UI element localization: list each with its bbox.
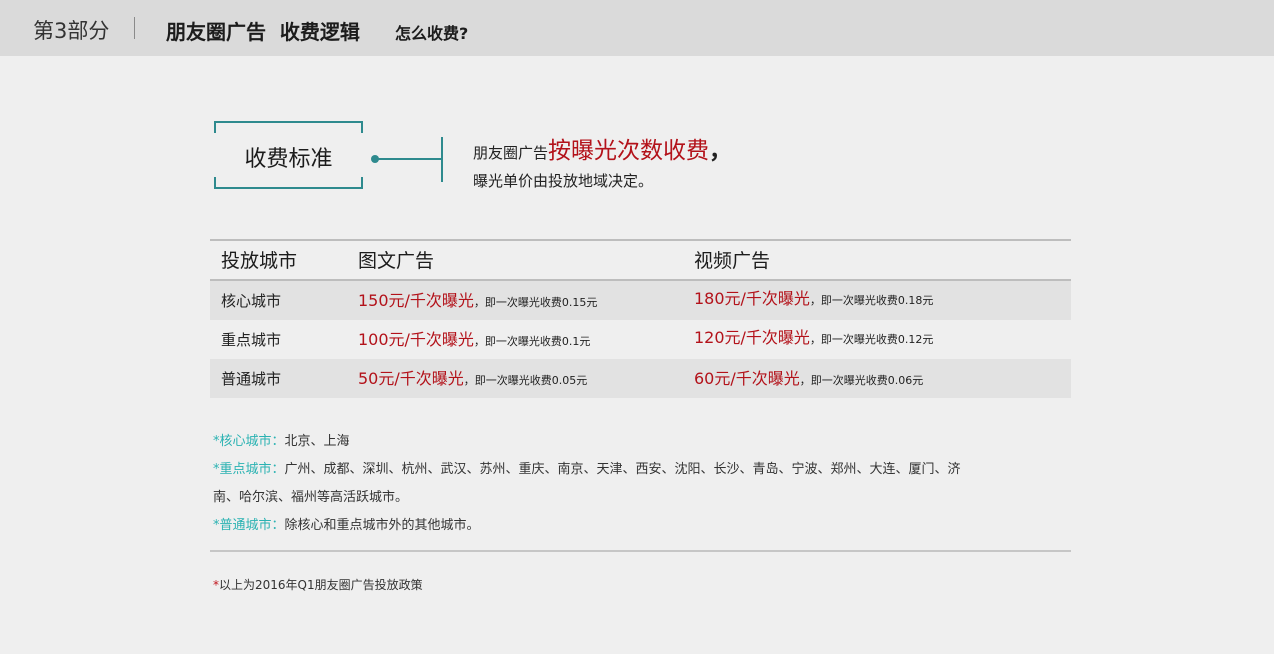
row-city: 重点城市 [221, 331, 282, 349]
footnote-text: 以上为2016年Q1朋友圈广告投放政策 [219, 578, 423, 592]
video-price: 180元/千次曝光 [694, 289, 810, 308]
video-price: 120元/千次曝光 [694, 328, 810, 347]
bottom-rule [210, 550, 1071, 552]
section-number: 第3部分 [33, 19, 110, 43]
note-normal-cities: *普通城市：除核心和重点城市外的其他城市。 [213, 512, 1033, 540]
video-price: 60元/千次曝光 [694, 369, 800, 388]
footnote: *以上为2016年Q1朋友圈广告投放政策 [213, 576, 423, 593]
note-key-cities: *重点城市：广州、成都、深圳、杭州、武汉、苏州、重庆、南京、天津、西安、沈阳、长… [213, 456, 1033, 484]
image-price: 100元/千次曝光 [358, 330, 474, 349]
header-image-ad: 图文广告 [358, 250, 435, 272]
standard-label: 收费标准 [244, 147, 333, 172]
video-price-note: ，即一次曝光收费0.06元 [799, 374, 924, 387]
intro-suffix: ， [709, 138, 733, 164]
connector-line [371, 154, 441, 164]
header-city: 投放城市 [221, 250, 298, 272]
table-header: 投放城市 图文广告 视频广告 [210, 241, 1071, 279]
row-city: 普通城市 [221, 370, 282, 388]
city-definitions: *核心城市：北京、上海 *重点城市：广州、成都、深圳、杭州、武汉、苏州、重庆、南… [213, 428, 1033, 540]
note-key-label: *重点城市： [213, 462, 285, 477]
image-price-cell: 150元/千次曝光，即一次曝光收费0.15元 [358, 287, 597, 311]
image-price-note: ，即一次曝光收费0.1元 [473, 335, 591, 348]
page-title: 朋友圈广告 收费逻辑 [166, 20, 360, 44]
video-price-cell: 120元/千次曝光，即一次曝光收费0.12元 [694, 324, 933, 348]
connector-bracket [441, 137, 443, 182]
box-frame-top [214, 121, 363, 133]
note-core-text: 北京、上海 [284, 434, 350, 449]
image-price: 150元/千次曝光 [358, 291, 474, 310]
intro-highlight: 按曝光次数收费 [548, 138, 710, 164]
intro-prefix: 朋友圈广告 [473, 144, 549, 162]
image-price-note: ，即一次曝光收费0.05元 [463, 374, 588, 387]
page-subtitle: 怎么收费? [395, 24, 469, 43]
video-price-note: ，即一次曝光收费0.18元 [809, 294, 934, 307]
video-price-cell: 60元/千次曝光，即一次曝光收费0.06元 [694, 365, 923, 389]
image-price: 50元/千次曝光 [358, 369, 464, 388]
image-price-note: ，即一次曝光收费0.15元 [473, 296, 598, 309]
table-row: 普通城市 50元/千次曝光，即一次曝光收费0.05元 60元/千次曝光，即一次曝… [210, 359, 1071, 398]
video-price-cell: 180元/千次曝光，即一次曝光收费0.18元 [694, 285, 933, 309]
header-bar: 第3部分 朋友圈广告 收费逻辑 怎么收费? [0, 0, 1274, 56]
row-city: 核心城市 [221, 292, 282, 310]
note-key-cities-cont: 南、哈尔滨、福州等高活跃城市。 [213, 490, 409, 505]
note-normal-label: *普通城市： [213, 518, 285, 533]
intro-line-1: 朋友圈广告按曝光次数收费， [473, 131, 732, 165]
price-table: 投放城市 图文广告 视频广告 核心城市 150元/千次曝光，即一次曝光收费0.1… [210, 239, 1071, 398]
box-frame-bottom [214, 177, 363, 189]
note-key-text: 广州、成都、深圳、杭州、武汉、苏州、重庆、南京、天津、西安、沈阳、长沙、青岛、宁… [284, 462, 961, 477]
image-price-cell: 100元/千次曝光，即一次曝光收费0.1元 [358, 326, 590, 350]
table-row: 核心城市 150元/千次曝光，即一次曝光收费0.15元 180元/千次曝光，即一… [210, 281, 1071, 320]
note-core-label: *核心城市： [213, 434, 285, 449]
header-divider [134, 17, 135, 39]
video-price-note: ，即一次曝光收费0.12元 [809, 333, 934, 346]
header-video-ad: 视频广告 [694, 250, 771, 272]
connector-stroke [377, 158, 441, 160]
image-price-cell: 50元/千次曝光，即一次曝光收费0.05元 [358, 365, 587, 389]
note-core-cities: *核心城市：北京、上海 [213, 428, 1033, 456]
note-normal-text: 除核心和重点城市外的其他城市。 [284, 518, 480, 533]
intro-line-2: 曝光单价由投放地域决定。 [473, 172, 654, 190]
table-row: 重点城市 100元/千次曝光，即一次曝光收费0.1元 120元/千次曝光，即一次… [210, 320, 1071, 359]
standard-label-box: 收费标准 [214, 121, 363, 189]
